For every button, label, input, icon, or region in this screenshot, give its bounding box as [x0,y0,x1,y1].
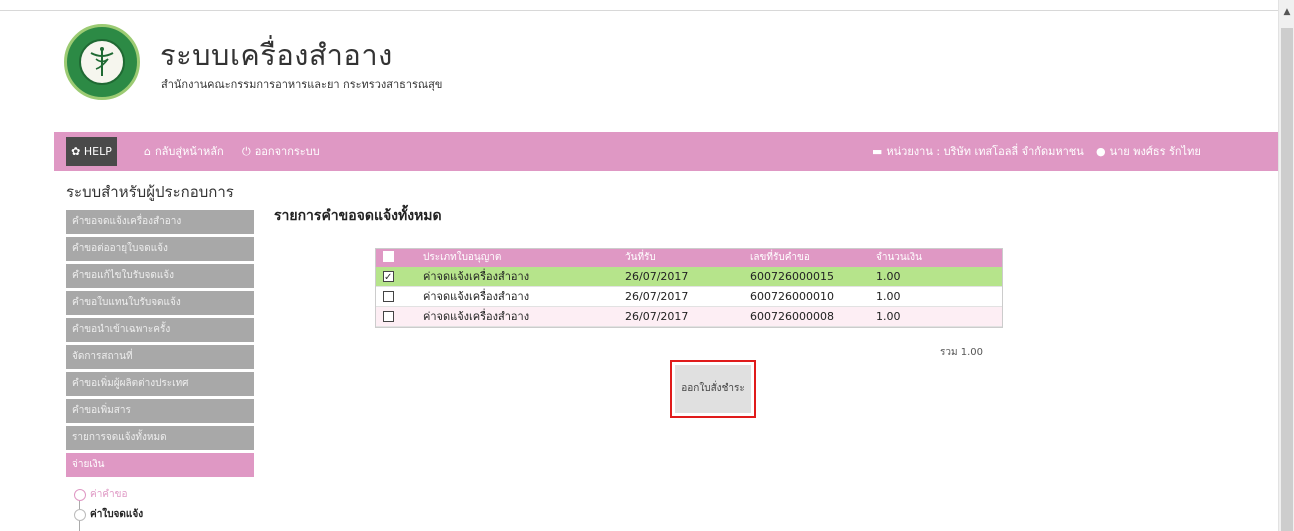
circle-icon [74,489,86,501]
cell-amount: 1.00 [876,290,901,303]
cell-type: ค่าจดแจ้งเครื่องสำอาง [423,290,530,303]
home-label: กลับสู่หน้าหลัก [154,145,224,158]
circle-icon [74,509,86,521]
help-label: HELP [83,145,112,158]
cell-date: 26/07/2017 [625,310,689,323]
cell-amount: 1.00 [876,270,901,283]
sidebar-item-add-substance[interactable]: คำขอเพิ่มสาร [66,399,254,423]
table-header-row: ประเภทใบอนุญาต วันที่รับ เลขที่รับคำขอ จ… [376,249,1002,267]
sidebar: ระบบสำหรับผู้ประกอบการ คำขอจดแจ้งเครื่อง… [66,180,256,531]
top-divider [0,10,1278,11]
table-row[interactable]: ค่าจดแจ้งเครื่องสำอาง 26/07/2017 6007260… [376,287,1002,307]
help-button[interactable]: ✿ HELP [66,137,117,166]
user-info[interactable]: ● นาย พงศ์ธร รักไทย [1096,132,1201,171]
table-row[interactable]: ค่าจดแจ้งเครื่องสำอาง 26/07/2017 6007260… [376,267,1002,288]
table-row[interactable]: ค่าจดแจ้งเครื่องสำอาง 26/07/2017 6007260… [376,307,1002,327]
briefcase-icon: ▬ [872,145,883,158]
row-checkbox[interactable] [383,307,394,327]
table-total: รวม 1.00 [940,347,984,358]
vertical-scrollbar[interactable]: ▲ [1278,0,1294,531]
user-name: นาย พงศ์ธร รักไทย [1109,145,1201,158]
logout-link[interactable]: ⏻ ออกจากระบบ [242,132,320,171]
cell-number: 600726000010 [750,290,834,303]
site-header: ระบบเครื่องสำอาง สำนักงานคณะกรรมการอาหาร… [64,22,664,102]
home-icon: ⌂ [144,145,151,158]
cell-number: 600726000008 [750,310,834,323]
subnav-item-notification-fee[interactable]: ค่าใบจดแจ้ง [74,505,256,525]
column-header-amount: จำนวนเงิน [876,252,922,263]
subnav-item-request-fee[interactable]: ค่าคำขอ [74,485,256,505]
sidebar-title: ระบบสำหรับผู้ประกอบการ [66,183,234,201]
column-header-number: เลขที่รับคำขอ [750,252,810,263]
agency-info: ▬ หน่วยงาน : บริษัท เทสโอลลี่ จำกัดมหาชน [872,132,1084,171]
subnav-label: ค่าคำขอ [90,489,128,500]
top-navbar: ✿ HELP ⌂ กลับสู่หน้าหลัก ⏻ ออกจากระบบ ▬ หน่… [54,132,1278,171]
issue-payment-order-highlight: ออกใบสั่งชำระ [670,360,756,418]
sidebar-item-one-time-import[interactable]: คำขอนำเข้าเฉพาะครั้ง [66,318,254,342]
scroll-thumb[interactable] [1281,28,1293,531]
cell-type: ค่าจดแจ้งเครื่องสำอาง [423,310,530,323]
column-header-type: ประเภทใบอนุญาต [423,252,502,263]
column-header-date: วันที่รับ [625,252,656,263]
sidebar-item-renewal[interactable]: คำขอต่ออายุใบจดแจ้ง [66,237,254,261]
user-icon: ● [1096,145,1106,158]
issue-payment-order-button[interactable]: ออกใบสั่งชำระ [675,365,751,413]
caduceus-icon [79,39,125,85]
power-icon: ⏻ [242,145,251,158]
row-checkbox[interactable] [383,287,394,307]
cell-type: ค่าจดแจ้งเครื่องสำอาง [423,270,530,283]
cell-date: 26/07/2017 [625,270,689,283]
cell-number: 600726000015 [750,270,834,283]
cell-date: 26/07/2017 [625,290,689,303]
sidebar-item-cosmetic-notification[interactable]: คำขอจดแจ้งเครื่องสำอาง [66,210,254,234]
sidebar-item-all-notifications[interactable]: รายการจดแจ้งทั้งหมด [66,426,254,450]
sidebar-item-manage-location[interactable]: จัดการสถานที่ [66,345,254,369]
requests-table: ประเภทใบอนุญาต วันที่รับ เลขที่รับคำขอ จ… [375,248,1003,328]
row-checkbox[interactable] [383,267,394,288]
home-link[interactable]: ⌂ กลับสู่หน้าหลัก [144,132,224,171]
site-subtitle: สำนักงานคณะกรรมการอาหารและยา กระทรวงสาธา… [161,78,443,91]
agency-label: หน่วยงาน : บริษัท เทสโอลลี่ จำกัดมหาชน [886,145,1084,158]
scroll-up-arrow-icon[interactable]: ▲ [1279,4,1294,20]
sidebar-item-amendment[interactable]: คำขอแก้ไขใบรับจดแจ้ง [66,264,254,288]
page-title: รายการคำขอจดแจ้งทั้งหมด [274,208,442,224]
gear-icon: ✿ [71,145,81,158]
subnav-label: ค่าใบจดแจ้ง [90,509,144,520]
payment-subnav: ค่าคำขอ ค่าใบจดแจ้ง [66,485,256,531]
fda-logo [64,24,140,100]
sidebar-item-payment[interactable]: จ่ายเงิน [66,453,254,477]
select-all-checkbox[interactable] [383,249,394,267]
site-title: ระบบเครื่องสำอาง [160,38,393,72]
cell-amount: 1.00 [876,310,901,323]
logout-label: ออกจากระบบ [254,145,320,158]
sidebar-item-foreign-manufacturer[interactable]: คำขอเพิ่มผู้ผลิตต่างประเทศ [66,372,254,396]
sidebar-item-replacement[interactable]: คำขอใบแทนใบรับจดแจ้ง [66,291,254,315]
